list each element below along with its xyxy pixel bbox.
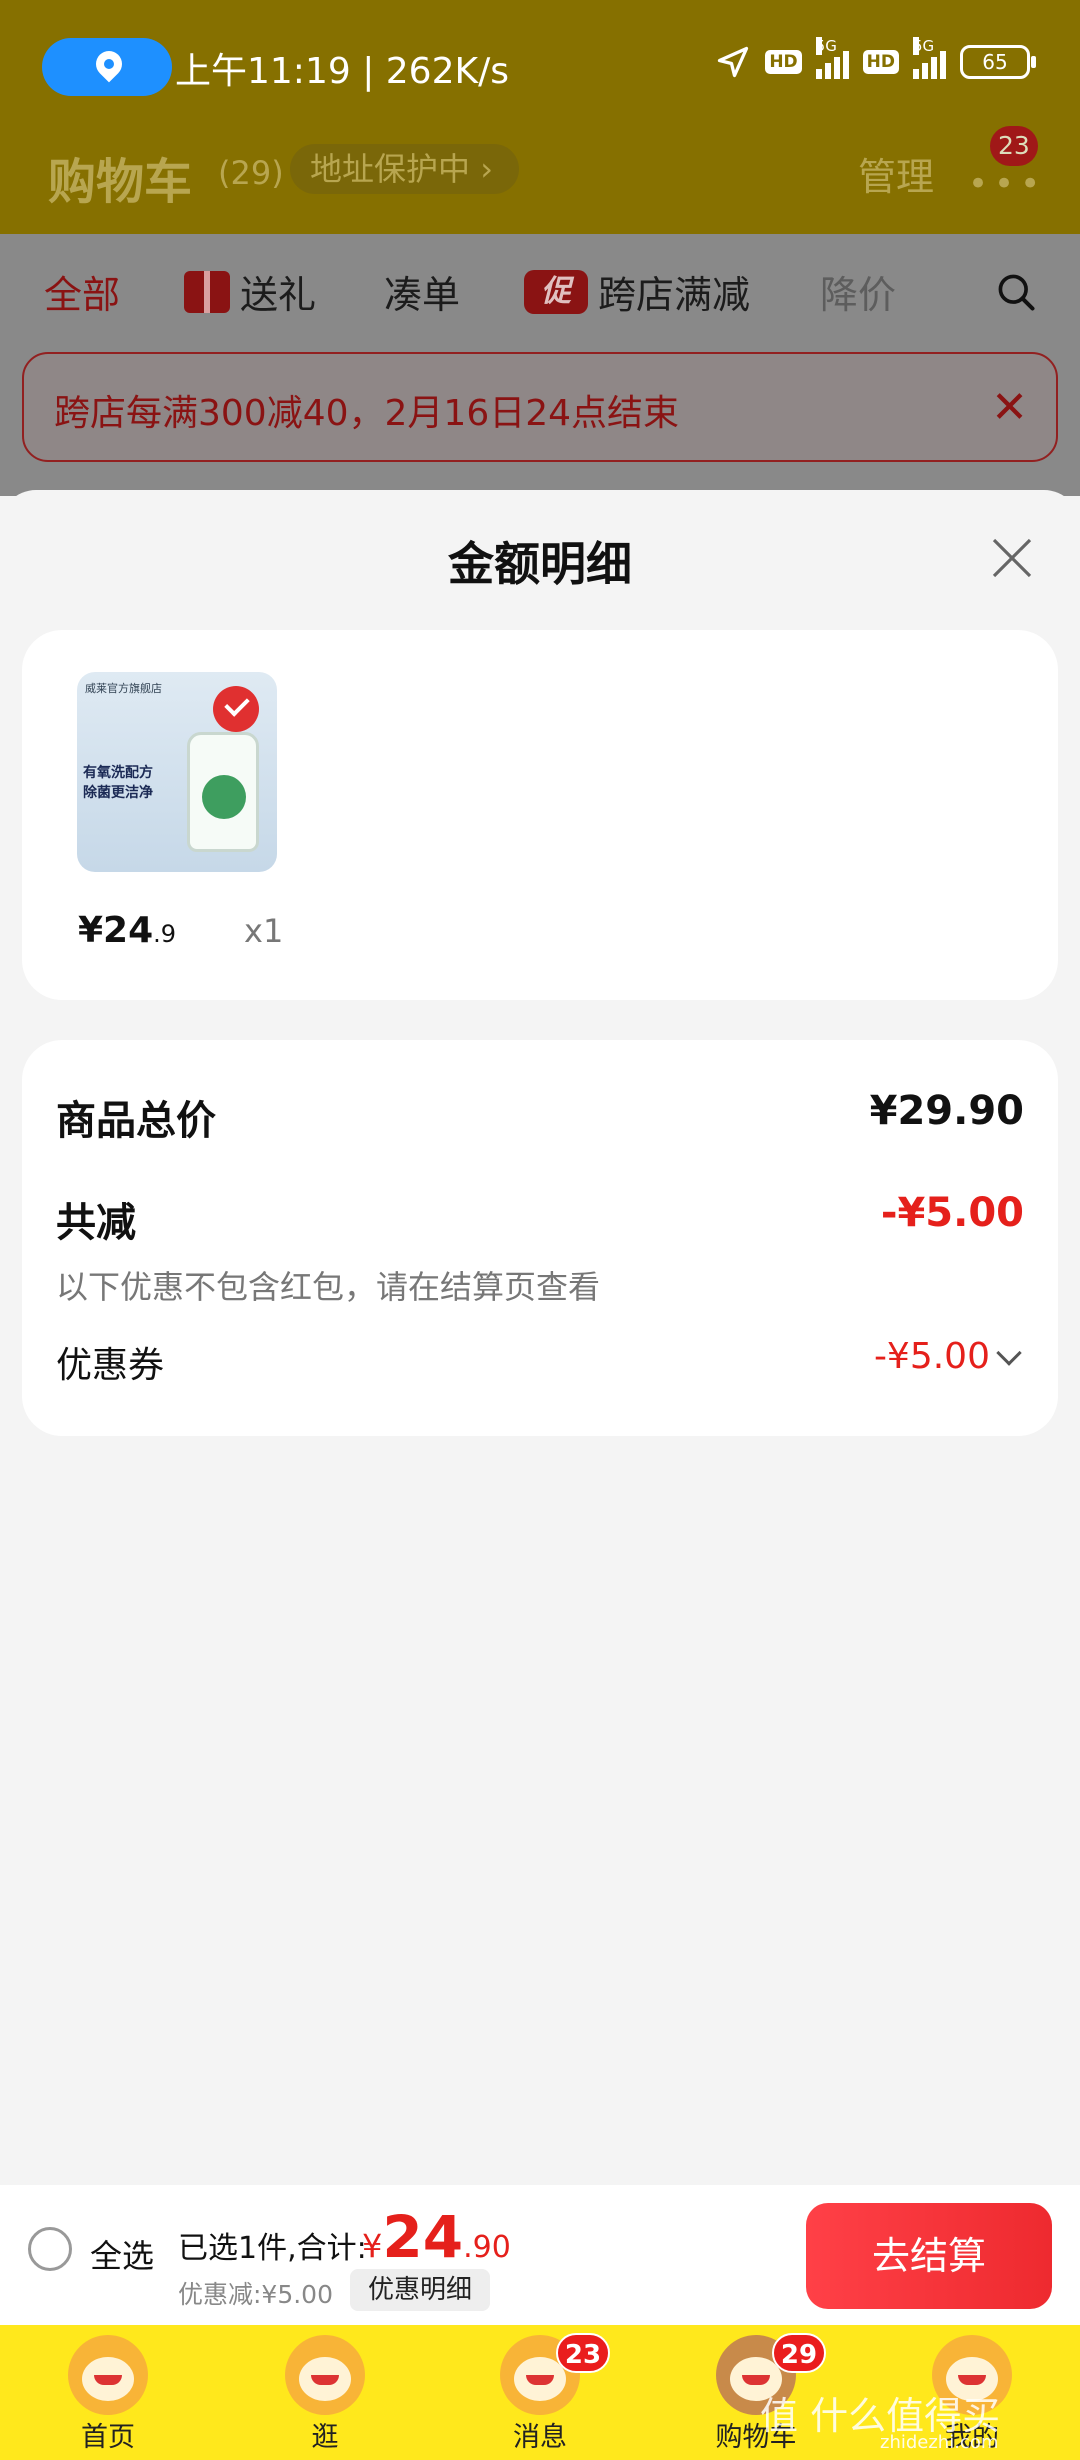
- messages-badge: 23: [556, 2333, 610, 2373]
- more-badge: 23: [990, 126, 1038, 166]
- tab-gift-label: 送礼: [240, 273, 317, 317]
- cart-count: (29): [218, 154, 284, 192]
- close-icon[interactable]: [988, 534, 1036, 582]
- summary-card: 商品总价 ¥29.90 共减 -¥5.00 以下优惠不包含红包，请在结算页查看 …: [22, 1040, 1058, 1436]
- discount-value: -¥5.00: [880, 1190, 1024, 1236]
- page-title: 购物车: [48, 154, 193, 210]
- tab-cross-store[interactable]: 促 跨店满减: [524, 264, 750, 319]
- product-card: 威莱官方旗舰店 有氧洗配方 除菌更洁净 ¥24.9 x1: [22, 630, 1058, 1000]
- signal-icon-2: 5G: [913, 37, 946, 79]
- status-bar: 上午11:19 | 262K/s HD 5G HD 5G 65: [0, 0, 1080, 138]
- price-decimal: .9: [153, 920, 177, 948]
- home-mascot-icon: [68, 2335, 148, 2415]
- nav-messages[interactable]: 23 消息: [470, 2325, 610, 2460]
- status-time: 上午11:19 | 262K/s: [175, 51, 509, 92]
- network-type-2: 5G: [913, 37, 935, 55]
- close-icon[interactable]: ✕: [991, 382, 1028, 433]
- select-all-label[interactable]: 全选: [90, 2231, 154, 2277]
- chevron-down-icon: [996, 1339, 1022, 1366]
- tab-bundle[interactable]: 凑单: [384, 264, 460, 319]
- total-price-decimal: .90: [463, 2230, 511, 2265]
- gift-icon: [184, 270, 230, 313]
- hd-badge-2: HD: [862, 50, 899, 74]
- discount-detail-button[interactable]: 优惠明细: [350, 2269, 491, 2311]
- amount-detail-sheet: 金额明细 威莱官方旗舰店 有氧洗配方 除菌更洁净 ¥24.9 x1 商品总价 ¥…: [0, 490, 1080, 2185]
- navigation-arrow-icon: [718, 46, 749, 78]
- discount-note: 以下优惠不包含红包，请在结算页查看: [56, 1268, 601, 1306]
- price-integer: ¥24: [78, 910, 154, 951]
- checkout-bar: 全选 已选1件,合计: ¥ 24 .90 优惠减:¥5.00 优惠明细 去结算: [0, 2185, 1080, 2325]
- checkout-button[interactable]: 去结算: [806, 2203, 1052, 2309]
- manage-button[interactable]: 管理: [858, 146, 934, 201]
- total-price-integer: 24: [382, 2203, 464, 2271]
- selected-summary: 已选1件,合计:: [178, 2231, 367, 2266]
- image-text-line1: 有氧洗配方: [83, 765, 153, 781]
- filter-tabs: 全部 送礼 凑单 促 跨店满减 降价: [0, 234, 1080, 346]
- signal-icon: 5G: [815, 37, 849, 79]
- coupon-label: 优惠券: [56, 1345, 165, 1386]
- tab-price-drop[interactable]: 降价: [820, 264, 896, 319]
- discount-summary: 优惠减:¥5.00: [178, 2280, 333, 2309]
- cart-badge: 29: [772, 2333, 826, 2373]
- nav-messages-label: 消息: [513, 2422, 567, 2453]
- nav-home-label: 首页: [81, 2422, 135, 2453]
- location-pill[interactable]: [42, 38, 172, 96]
- status-icons: HD 5G HD 5G 65: [715, 37, 1036, 80]
- product-quantity: x1: [244, 912, 284, 950]
- tab-all-label: 全部: [44, 273, 121, 317]
- coupon-row-toggle[interactable]: -¥5.00: [873, 1336, 1022, 1377]
- sheet-title: 金额明细: [448, 537, 632, 591]
- nav-browse[interactable]: 逛: [255, 2325, 395, 2460]
- currency-symbol: ¥: [362, 2227, 383, 2265]
- tab-cross-store-label: 跨店满减: [598, 273, 751, 317]
- total-price: ¥ 24 .90: [362, 2203, 511, 2271]
- address-protect-label: 地址保护中: [310, 150, 471, 188]
- tab-all[interactable]: 全部: [44, 264, 120, 319]
- check-icon: [213, 686, 259, 732]
- battery-icon: 65: [960, 45, 1036, 79]
- browse-mascot-icon: [285, 2335, 365, 2415]
- tab-gift[interactable]: 送礼: [184, 264, 316, 319]
- select-all-radio[interactable]: [28, 2227, 72, 2271]
- location-pin-icon: [90, 45, 128, 83]
- promo-tag: 促: [524, 269, 588, 314]
- store-name: 威莱官方旗舰店: [85, 682, 162, 695]
- address-protect-pill[interactable]: 地址保护中 ›: [290, 144, 519, 194]
- chevron-right-icon: ›: [480, 150, 493, 188]
- tab-price-drop-label: 降价: [820, 273, 897, 317]
- discount-label: 共减: [56, 1200, 136, 1246]
- network-type: 5G: [815, 37, 837, 55]
- watermark-url: zhidezhi.com: [880, 2432, 999, 2453]
- more-icon[interactable]: •••: [968, 164, 1046, 204]
- total-label: 商品总价: [56, 1098, 216, 1144]
- nav-browse-label: 逛: [311, 2422, 339, 2453]
- promo-banner: 跨店每满300减40，2月16日24点结束 ✕: [22, 352, 1058, 462]
- nav-home[interactable]: 首页: [38, 2325, 178, 2460]
- total-value: ¥29.90: [869, 1088, 1024, 1134]
- cart-header: 购物车 (29) 地址保护中 › 管理 ••• 23: [0, 126, 1080, 234]
- search-icon[interactable]: [994, 270, 1038, 314]
- hd-badge: HD: [765, 50, 802, 74]
- tab-bundle-label: 凑单: [384, 273, 461, 317]
- bottle-graphic: [187, 732, 259, 852]
- image-text-line2: 除菌更洁净: [83, 785, 153, 801]
- promo-text: 跨店每满300减40，2月16日24点结束: [54, 393, 680, 434]
- product-price: ¥24.9: [78, 910, 176, 951]
- product-image[interactable]: 威莱官方旗舰店 有氧洗配方 除菌更洁净: [77, 672, 277, 872]
- coupon-value: -¥5.00: [873, 1336, 990, 1377]
